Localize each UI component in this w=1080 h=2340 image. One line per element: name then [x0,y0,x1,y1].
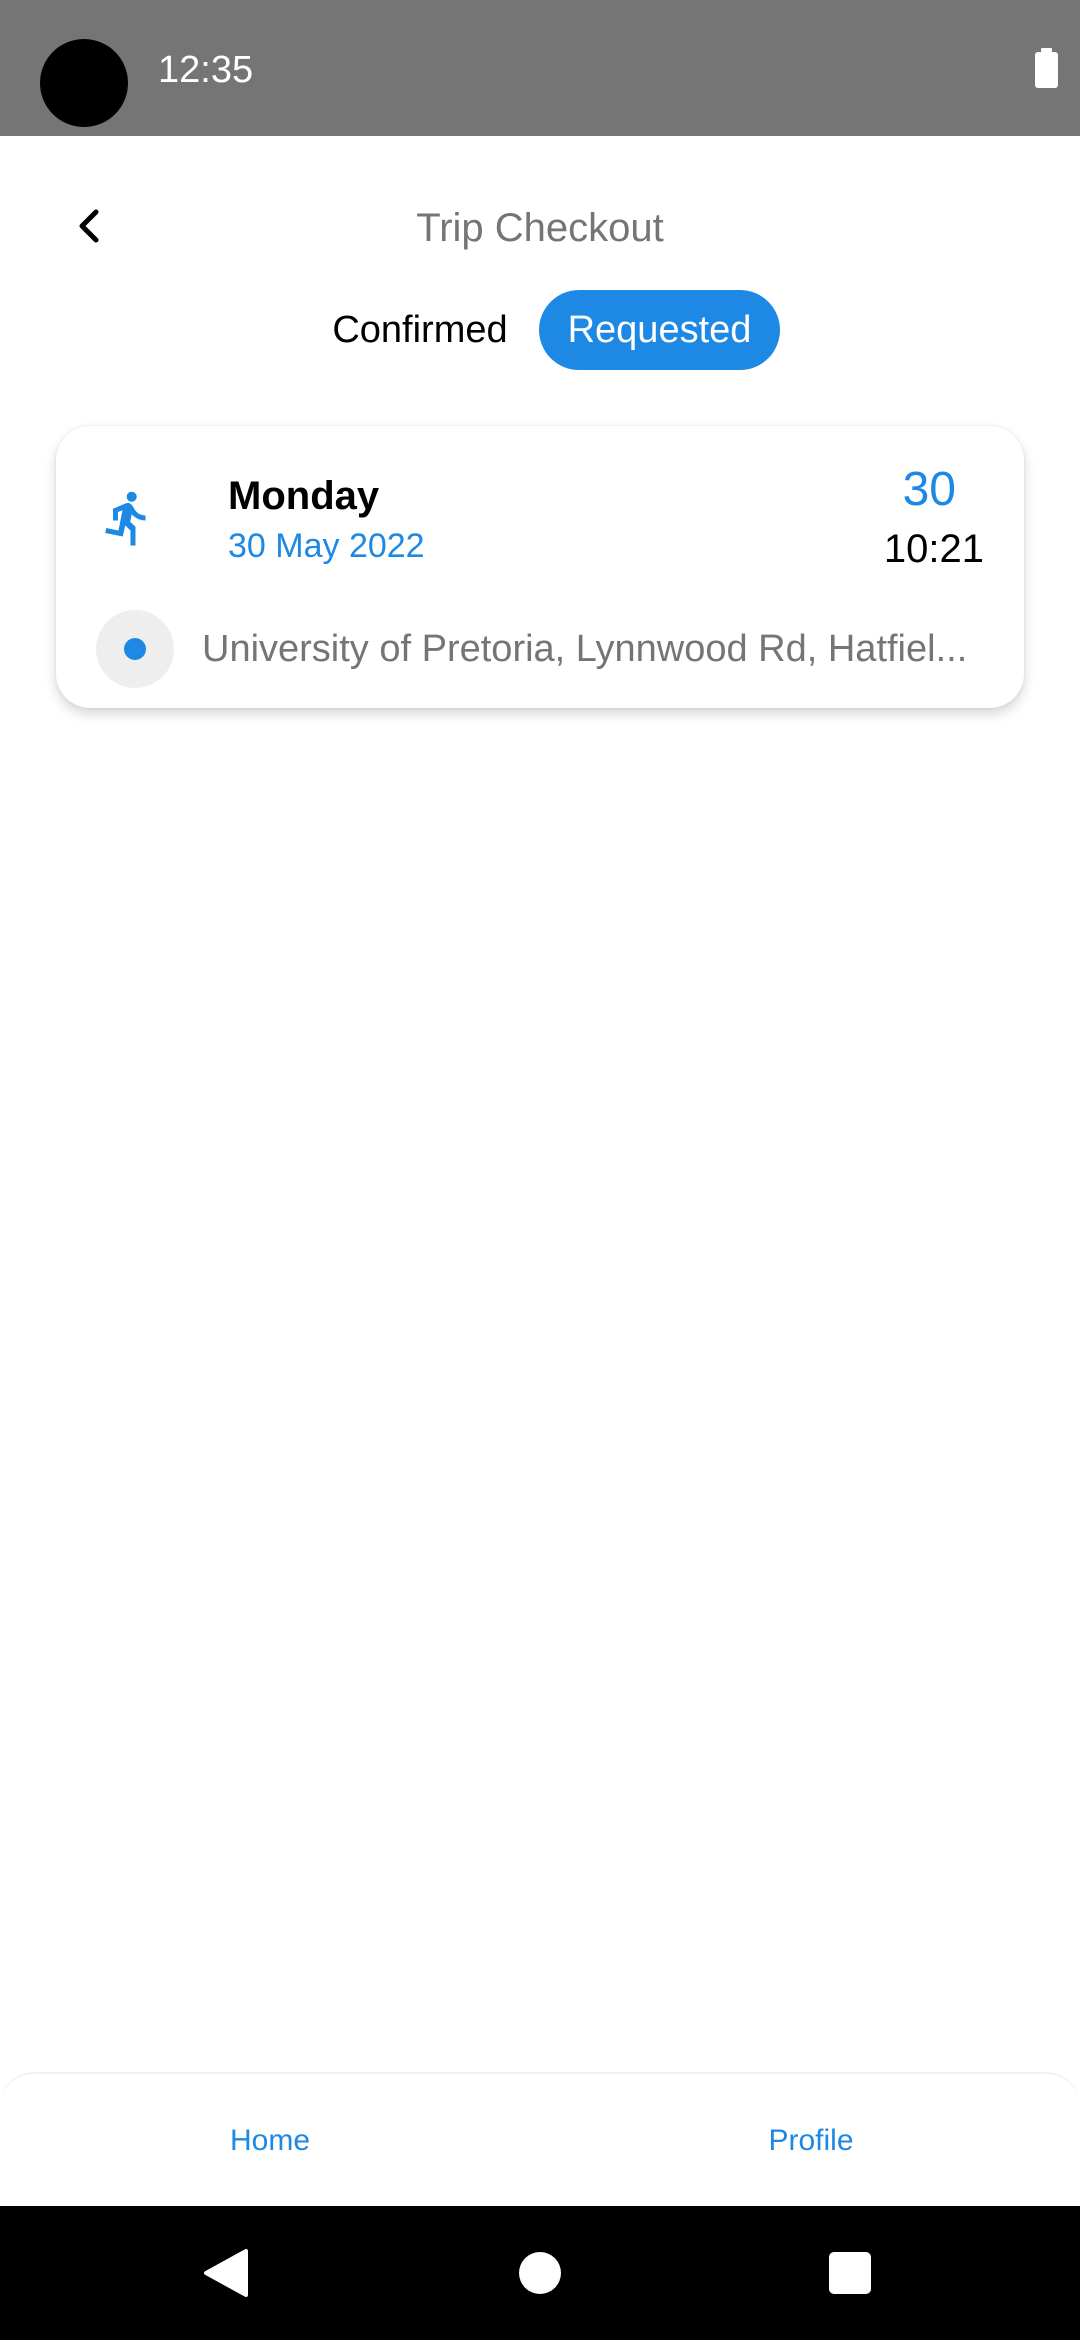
trip-day-number: 30 [902,463,956,516]
trip-status-tabs: Confirmed Requested [0,290,1080,370]
location-dot [124,638,146,660]
nav-profile[interactable]: Profile [681,2114,941,2168]
tab-requested[interactable]: Requested [539,290,780,370]
location-dot-icon [96,610,174,688]
back-triangle-icon[interactable] [196,2243,256,2303]
camera-cutout [40,39,128,127]
recents-square-icon[interactable] [829,2252,871,2294]
battery-icon [1035,48,1058,88]
status-bar: 12:35 [0,0,1080,136]
page-title: Trip Checkout [416,206,664,250]
status-time: 12:35 [158,49,254,91]
trip-location: University of Pretoria, Lynnwood Rd, Hat… [202,628,968,670]
trip-date: 30 May 2022 [228,527,425,565]
trip-day: Monday [228,474,380,518]
trip-card[interactable]: Monday 30 May 2022 30 10:21 University o… [56,426,1024,708]
system-navigation-bar [0,2206,1080,2340]
running-person-icon [105,491,146,546]
tab-confirmed[interactable]: Confirmed [310,290,530,370]
trip-time: 10:21 [883,527,984,571]
nav-home[interactable]: Home [140,2114,400,2168]
home-circle-icon[interactable] [519,2252,561,2294]
bottom-navigation: Home Profile [0,2072,1080,2208]
